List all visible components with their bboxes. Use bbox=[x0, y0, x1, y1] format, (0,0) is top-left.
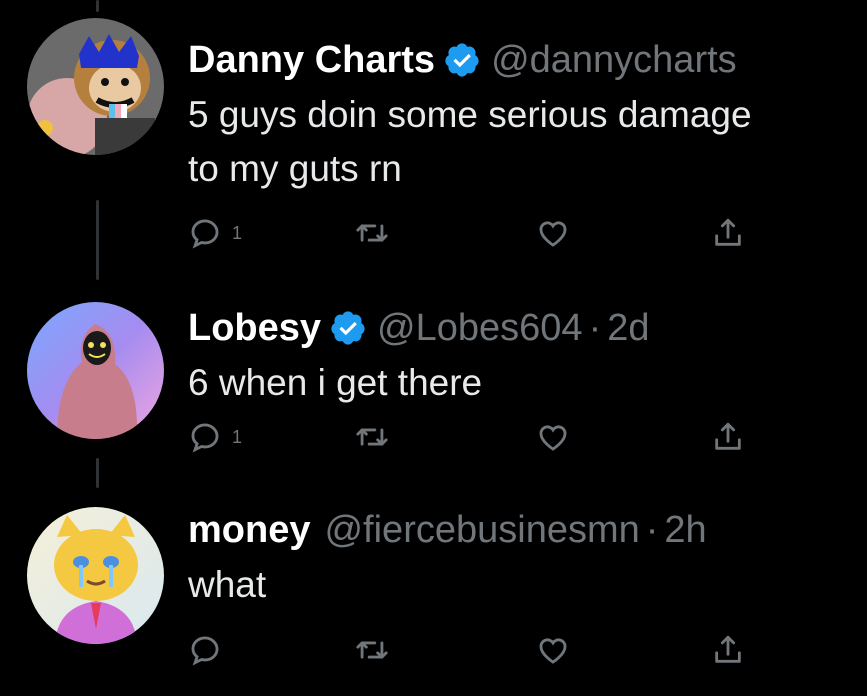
share-button[interactable] bbox=[711, 417, 745, 457]
reply-icon bbox=[191, 423, 219, 453]
reply-icon bbox=[191, 636, 219, 666]
retweet-button[interactable] bbox=[355, 630, 389, 670]
share-button[interactable] bbox=[711, 213, 745, 253]
retweet-icon bbox=[356, 641, 388, 659]
tweet-actions bbox=[188, 630, 748, 670]
like-icon bbox=[539, 638, 567, 664]
tweet-text-line: 5 guys doin some serious damage bbox=[188, 94, 752, 135]
reply-icon bbox=[191, 219, 219, 249]
tweet-text-line: what bbox=[188, 564, 267, 605]
share-icon bbox=[715, 635, 741, 663]
tweet-header: money @fiercebusinesmn · 2h bbox=[188, 508, 847, 552]
avatar-money[interactable] bbox=[27, 507, 164, 644]
timestamp[interactable]: 2d bbox=[607, 306, 649, 350]
tweet-actions: 1 bbox=[188, 417, 748, 457]
thread-line-top bbox=[96, 0, 99, 12]
retweet-icon bbox=[356, 224, 388, 242]
handle[interactable]: @fiercebusinesmn bbox=[324, 508, 639, 552]
avatar-dannycharts[interactable] bbox=[27, 18, 164, 155]
verified-icon bbox=[443, 41, 481, 79]
separator-dot: · bbox=[588, 307, 602, 349]
timestamp[interactable]: 2h bbox=[664, 508, 706, 552]
like-button[interactable] bbox=[536, 630, 570, 670]
avatar-money-image bbox=[27, 507, 164, 644]
like-icon bbox=[539, 425, 567, 451]
avatar-lobesy[interactable] bbox=[27, 302, 164, 439]
thread-line-2 bbox=[96, 458, 99, 488]
separator-dot: · bbox=[645, 509, 659, 551]
reply-button[interactable]: 1 bbox=[188, 417, 242, 457]
reply-count: 1 bbox=[232, 426, 243, 447]
verified-icon bbox=[329, 309, 367, 347]
share-button[interactable] bbox=[711, 630, 745, 670]
handle[interactable]: @dannycharts bbox=[491, 38, 737, 82]
reply-button[interactable]: 1 bbox=[188, 213, 242, 253]
avatar-dannycharts-image bbox=[27, 18, 164, 155]
tweet-text-line: 6 when i get there bbox=[188, 362, 483, 403]
display-name[interactable]: money bbox=[188, 508, 310, 552]
display-name[interactable]: Lobesy bbox=[188, 306, 321, 350]
retweet-button[interactable] bbox=[355, 213, 389, 253]
like-icon bbox=[539, 221, 567, 247]
retweet-button[interactable] bbox=[355, 417, 389, 457]
share-icon bbox=[715, 422, 741, 450]
tweet-actions: 1 bbox=[188, 213, 748, 253]
tweet-text-line: to my guts rn bbox=[188, 148, 402, 189]
avatar-lobesy-image bbox=[27, 302, 164, 439]
reply-count: 1 bbox=[232, 222, 243, 243]
tweet-header: Lobesy @Lobes604 · 2d bbox=[188, 306, 847, 350]
thread-line-1 bbox=[96, 200, 99, 280]
tweet-text: 5 guys doin some serious damage to my gu… bbox=[188, 88, 847, 196]
handle[interactable]: @Lobes604 bbox=[377, 306, 583, 350]
retweet-icon bbox=[356, 428, 388, 446]
like-button[interactable] bbox=[536, 417, 570, 457]
tweet-text: 6 when i get there bbox=[188, 356, 847, 410]
tweet-text: what bbox=[188, 558, 847, 612]
tweet-header: Danny Charts @dannycharts bbox=[188, 38, 847, 82]
share-icon bbox=[715, 218, 741, 246]
like-button[interactable] bbox=[536, 213, 570, 253]
display-name[interactable]: Danny Charts bbox=[188, 38, 435, 82]
reply-button[interactable] bbox=[188, 630, 232, 670]
